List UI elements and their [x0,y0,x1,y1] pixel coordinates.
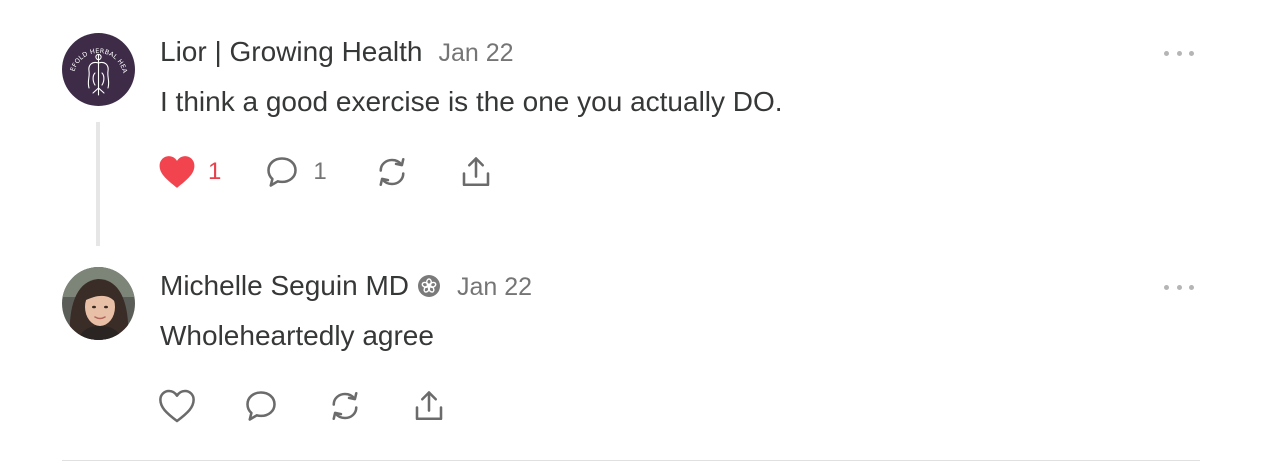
comment-actions [158,388,448,424]
more-icon [1164,284,1169,290]
more-dot [1176,50,1182,56]
comment-text: I think a good exercise is the one you a… [160,86,783,117]
more-options-button[interactable] [1164,48,1194,58]
heart-icon [158,388,196,424]
like-button[interactable]: 1 [158,154,221,190]
share-icon [457,154,495,190]
share-icon [410,388,448,424]
avatar[interactable] [62,267,135,340]
more-options-button[interactable] [1164,282,1194,292]
comment-date[interactable]: Jan 22 [457,273,532,302]
share-button[interactable] [457,154,495,190]
reply-count: 1 [313,158,327,185]
comment-date[interactable]: Jan 22 [439,39,514,68]
restack-icon [373,154,411,190]
more-dot [1189,284,1194,290]
comment-header: Lior | Growing Health Jan 22 [160,36,514,68]
author-name[interactable]: Lior | Growing Health [160,36,423,68]
more-icon [1164,50,1169,56]
like-count: 1 [208,158,222,185]
restack-button[interactable] [373,154,411,190]
like-button[interactable] [158,388,196,424]
author-name[interactable]: Michelle Seguin MD [160,270,409,302]
comment-actions: 1 1 [158,154,495,190]
verified-badge-icon [417,274,441,298]
reply-button[interactable]: 1 [263,154,327,190]
more-dot [1176,284,1182,290]
restack-icon [326,388,364,424]
share-button[interactable] [410,388,448,424]
avatar[interactable]: THREEFOLD HERBAL HEALING [62,33,135,106]
comment-header: Michelle Seguin MD Jan 22 [160,270,532,302]
heart-icon [158,154,196,190]
more-dot [1189,50,1194,56]
comment-icon [242,388,280,424]
divider [62,460,1200,461]
comment-text: Wholeheartedly agree [160,320,434,351]
thread-line [96,122,100,246]
reply-button[interactable] [242,388,280,424]
comment-icon [263,154,301,190]
restack-button[interactable] [326,388,364,424]
